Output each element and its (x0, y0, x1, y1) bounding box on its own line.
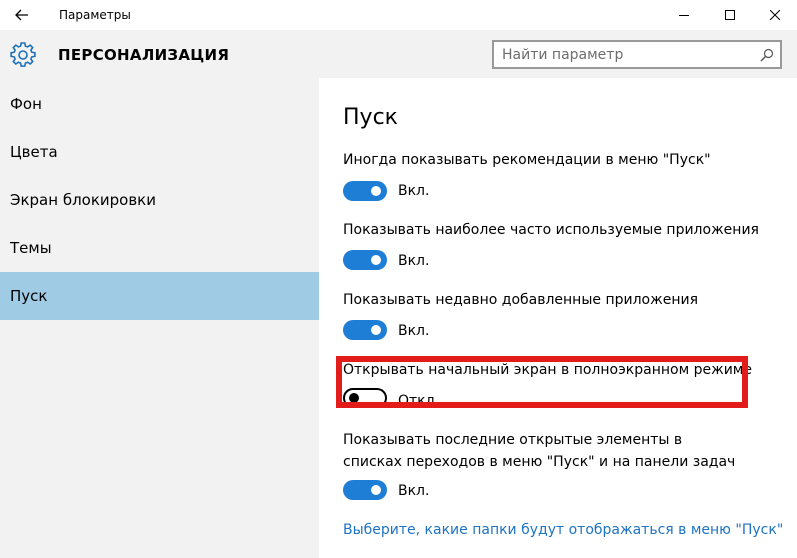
gear-icon (10, 42, 36, 67)
title-bar: Параметры (0, 0, 797, 30)
search-box[interactable] (492, 40, 782, 69)
search-icon[interactable] (760, 48, 774, 62)
search-input[interactable] (502, 45, 750, 65)
toggle-knob (371, 485, 381, 495)
setting-label-most-used: Показывать наиболее часто используемые п… (343, 222, 759, 238)
toggle-state-suggestions: Вкл. (398, 183, 430, 199)
setting-label-recent-items: Показывать последние открытые элементы в… (343, 432, 736, 470)
setting-label-suggestions: Иногда показывать рекомендации в меню "П… (343, 152, 711, 168)
toggle-state-recently-added: Вкл. (398, 323, 430, 339)
minimize-button[interactable] (661, 0, 707, 30)
sidebar-item-colors[interactable]: Цвета (0, 128, 319, 176)
page-header: ПЕРСОНАЛИЗАЦИЯ (0, 30, 797, 78)
main-content: Пуск Иногда показывать рекомендации в ме… (319, 78, 797, 558)
page-title: ПЕРСОНАЛИЗАЦИЯ (58, 46, 230, 64)
back-button[interactable] (8, 3, 36, 27)
sidebar: Фон Цвета Экран блокировки Темы Пуск (0, 78, 319, 558)
choose-folders-link[interactable]: Выберите, какие папки будут отображаться… (343, 521, 783, 539)
back-arrow-icon (15, 9, 28, 21)
setting-label-recently-added: Показывать недавно добавленные приложени… (343, 292, 699, 308)
sidebar-item-label: Фон (10, 95, 42, 113)
close-button[interactable] (752, 0, 797, 30)
toggle-state-recent-items: Вкл. (398, 483, 430, 499)
maximize-button[interactable] (707, 0, 753, 30)
sidebar-item-background[interactable]: Фон (0, 80, 319, 128)
toggle-state-most-used: Вкл. (398, 253, 430, 269)
highlight-annotation (336, 356, 748, 408)
toggle-suggestions[interactable] (343, 181, 387, 201)
minimize-icon (679, 15, 689, 16)
toggle-knob (371, 255, 381, 265)
toggle-recent-items[interactable] (343, 480, 387, 500)
toggle-recently-added[interactable] (343, 320, 387, 340)
sidebar-item-start[interactable]: Пуск (0, 272, 319, 320)
toggle-most-used[interactable] (343, 250, 387, 270)
sidebar-item-label: Экран блокировки (10, 191, 156, 209)
toggle-knob (371, 325, 381, 335)
section-heading: Пуск (343, 105, 398, 130)
sidebar-item-themes[interactable]: Темы (0, 224, 319, 272)
sidebar-item-label: Цвета (10, 143, 58, 161)
sidebar-item-label: Пуск (10, 287, 48, 305)
sidebar-item-label: Темы (10, 239, 52, 257)
maximize-icon (725, 10, 735, 20)
toggle-knob (371, 186, 381, 196)
settings-window: Параметры ПЕРСОНАЛИЗАЦИЯ Найти параметр … (0, 0, 797, 558)
close-icon (770, 10, 780, 20)
window-title: Параметры (59, 8, 131, 22)
sidebar-item-lock-screen[interactable]: Экран блокировки (0, 176, 319, 224)
